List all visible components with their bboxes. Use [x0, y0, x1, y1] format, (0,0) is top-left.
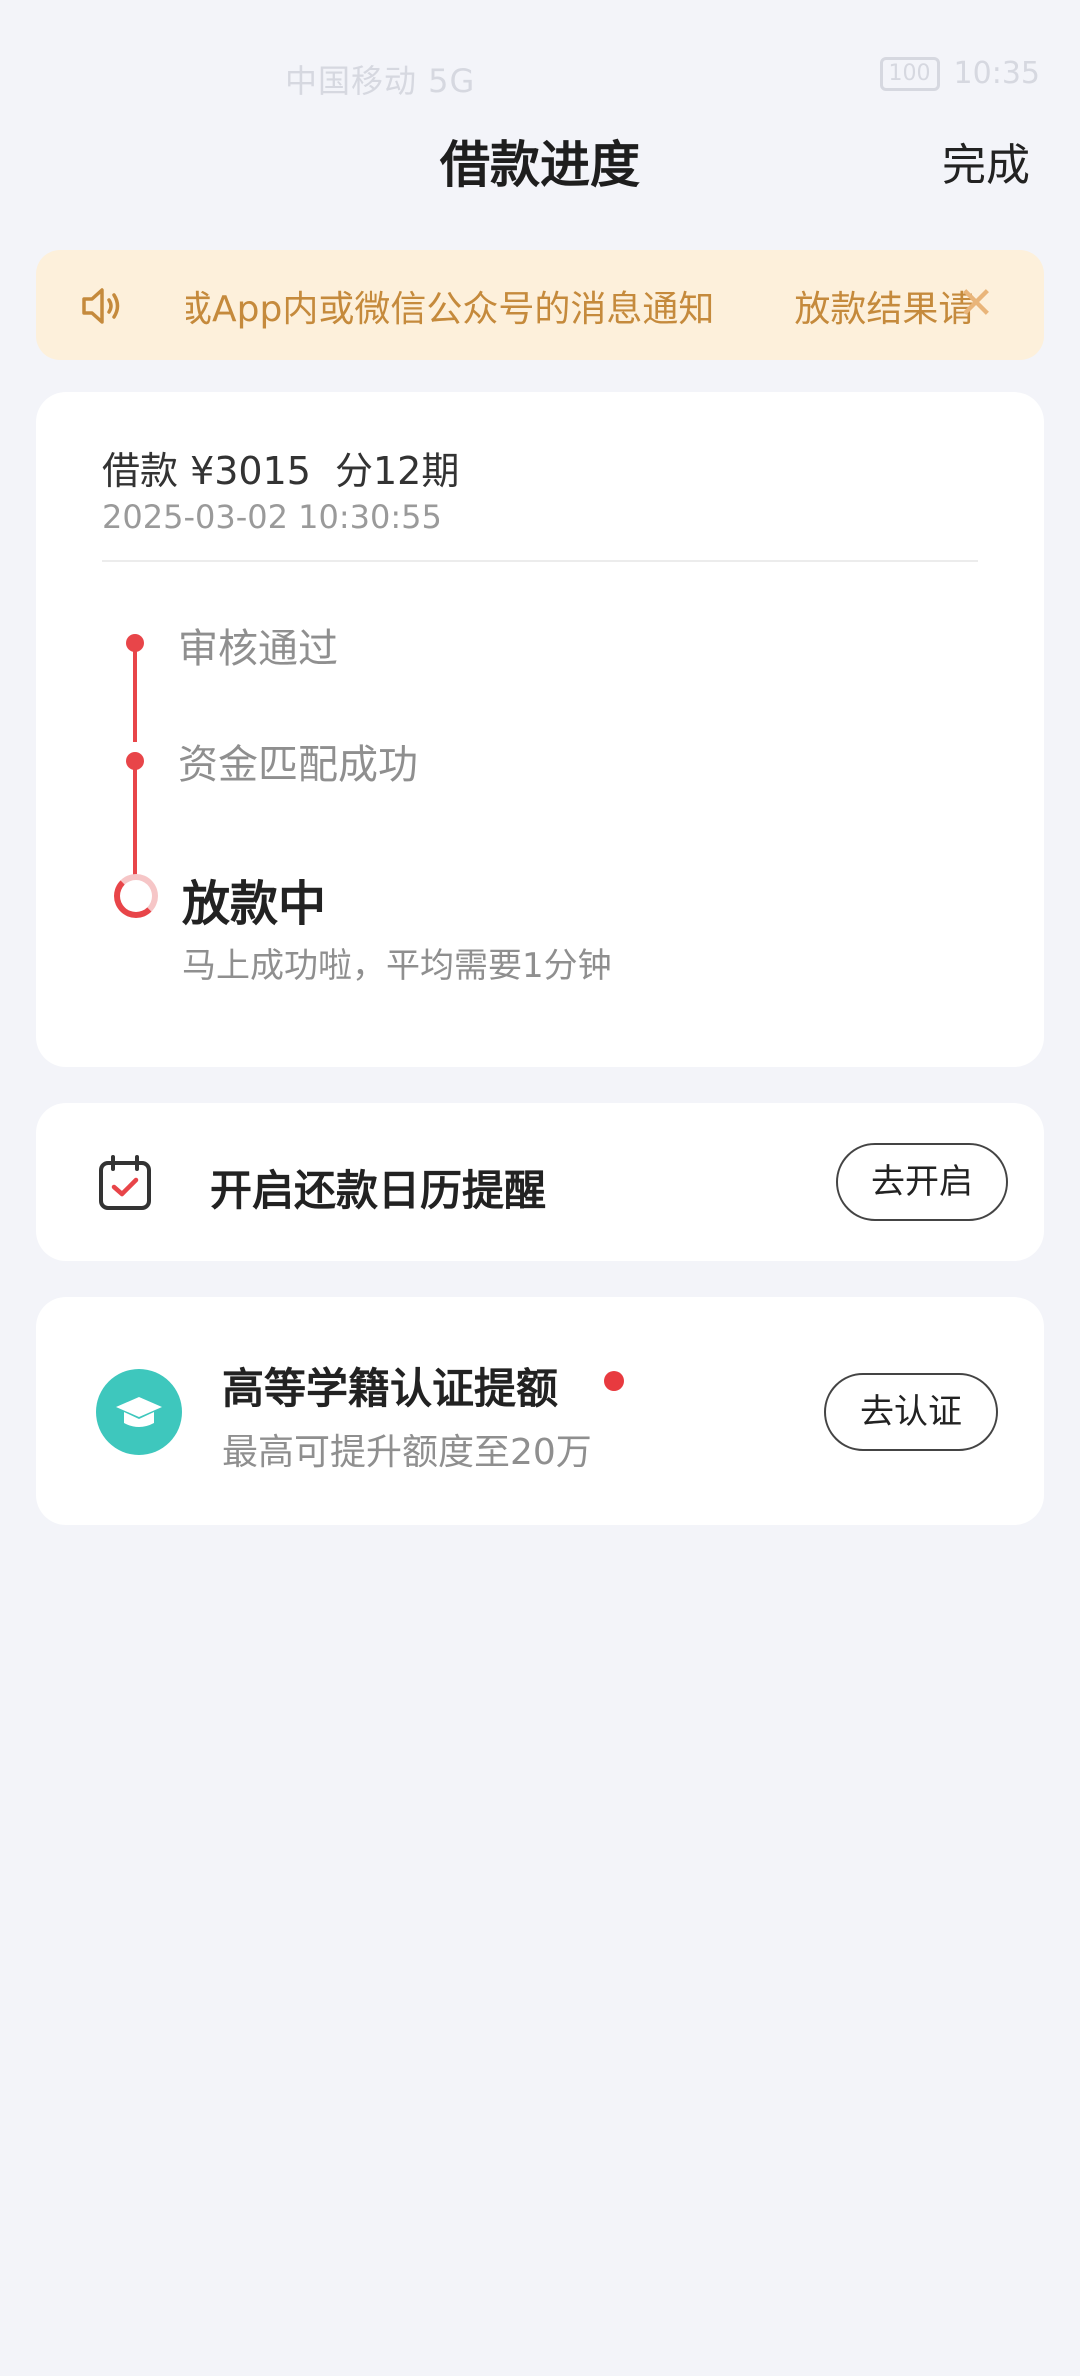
- education-verify-card: 高等学籍认证提额 最高可提升额度至20万 去认证: [36, 1297, 1044, 1525]
- new-badge-dot: [604, 1371, 624, 1391]
- graduation-cap-icon: [96, 1369, 182, 1455]
- step-dot-done: [126, 634, 144, 652]
- education-subtitle: 最高可提升额度至20万: [222, 1432, 592, 1473]
- timeline-connector: [133, 760, 137, 876]
- status-indicators: 100 10:35: [879, 56, 1040, 91]
- close-icon[interactable]: ✕: [948, 276, 1004, 332]
- battery-icon: 100: [879, 56, 940, 91]
- step-dot-done: [126, 752, 144, 770]
- notice-marquee: 或App内或微信公众号的消息通知放款结果请留: [186, 250, 976, 360]
- clock-time: 10:35: [953, 56, 1040, 91]
- step-subtitle: 马上成功啦，平均需要1分钟: [182, 946, 612, 986]
- page-title: 借款进度: [440, 136, 640, 194]
- speaker-icon: [82, 288, 120, 324]
- calendar-reminder-label: 开启还款日历提醒: [210, 1166, 547, 1215]
- done-button[interactable]: 完成: [942, 129, 1030, 193]
- enable-calendar-button[interactable]: 去开启: [836, 1143, 1008, 1221]
- loan-term: 分12期: [334, 449, 460, 493]
- loan-summary: 借款 ¥3015 分12期: [102, 440, 459, 495]
- header: 借款进度 完成: [0, 115, 1080, 205]
- step-ring-active: [114, 874, 158, 918]
- step-label: 审核通过: [178, 626, 338, 672]
- verify-button[interactable]: 去认证: [824, 1373, 998, 1451]
- carrier-label: 中国移动 5G: [285, 62, 476, 100]
- step-label-active: 放款中: [182, 876, 327, 932]
- notice-text: 或App内或微信公众号的消息通知: [186, 289, 715, 330]
- calendar-reminder-card: 开启还款日历提醒 去开启: [36, 1103, 1044, 1261]
- calendar-check-icon: [99, 1155, 151, 1210]
- loan-progress-card: 借款 ¥3015 分12期 2025-03-02 10:30:55 审核通过 资金…: [36, 392, 1044, 1067]
- education-title: 高等学籍认证提额: [222, 1364, 559, 1413]
- loan-amount: 借款 ¥3015: [102, 449, 311, 493]
- status-bar: 中国移动 5G 100 10:35: [0, 0, 1080, 130]
- step-label: 资金匹配成功: [178, 742, 418, 788]
- timeline-connector: [133, 642, 137, 742]
- notice-banner: 或App内或微信公众号的消息通知放款结果请留 ✕: [36, 250, 1044, 360]
- loan-time: 2025-03-02 10:30:55: [102, 498, 442, 536]
- divider: [102, 560, 978, 562]
